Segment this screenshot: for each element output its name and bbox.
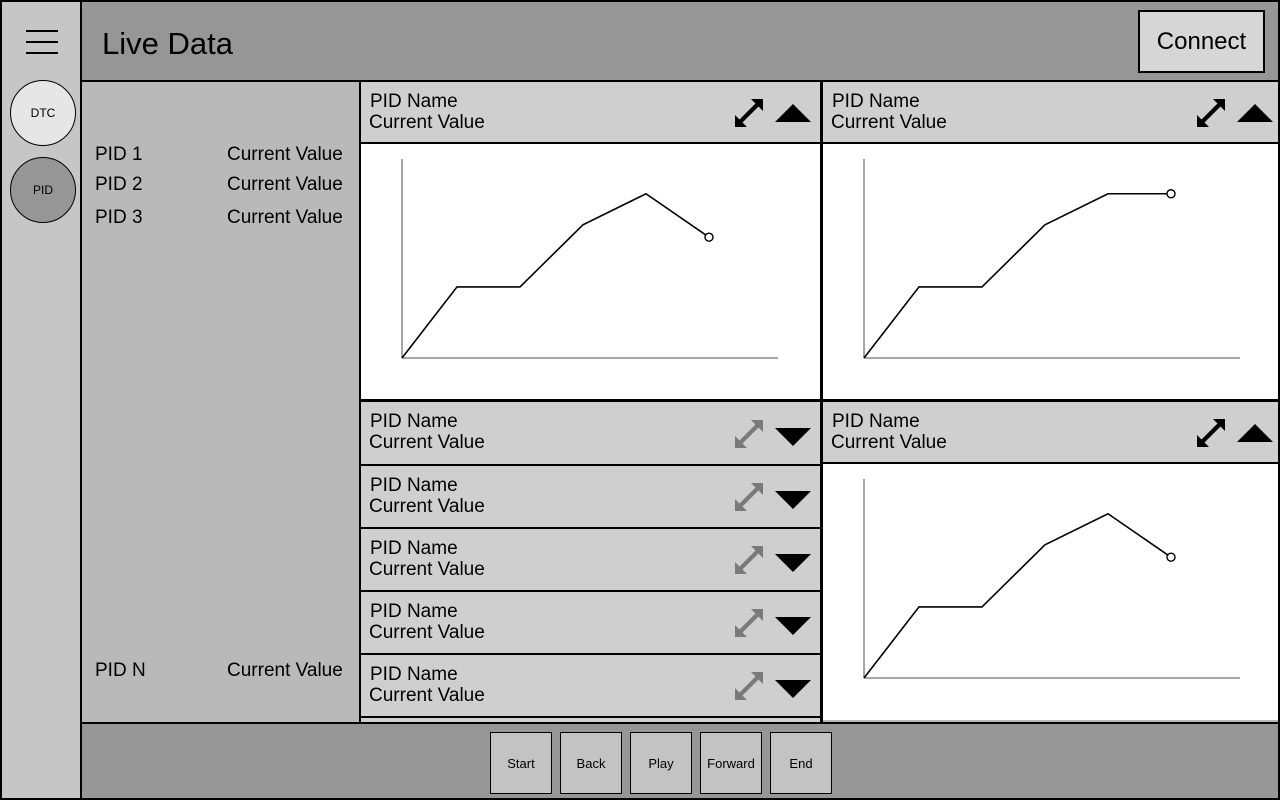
panel-pid-name: PID Name — [370, 91, 458, 112]
latest-point-marker — [1166, 552, 1176, 562]
back-button[interactable]: Back — [560, 732, 622, 794]
panel-current-value: Current Value — [831, 112, 947, 133]
pid-value: Current Value — [227, 207, 343, 228]
panel-pid-name: PID Name — [370, 601, 458, 622]
latest-point-marker — [1166, 189, 1176, 199]
series-line — [863, 512, 1172, 679]
pid-line-chart — [863, 159, 1240, 359]
chevron-down-icon[interactable] — [773, 487, 813, 513]
expand-icon — [735, 420, 763, 448]
pid-name: PID 3 — [95, 207, 143, 228]
menu-icon[interactable] — [26, 30, 60, 54]
expand-icon[interactable] — [1195, 417, 1227, 449]
chevron-down-icon[interactable] — [773, 424, 813, 450]
pid-line-chart — [863, 479, 1240, 679]
expand-icon — [735, 483, 763, 511]
chevron-up-icon[interactable] — [1235, 420, 1275, 446]
pid-value: Current Value — [227, 660, 343, 681]
pid-panel-collapsed: PID Name Current Value — [361, 655, 820, 718]
pid-panel-collapsed: PID Name Current Value — [361, 529, 820, 592]
forward-button[interactable]: Forward — [700, 732, 762, 794]
chevron-down-icon[interactable] — [773, 613, 813, 639]
pid-button[interactable]: PID — [10, 157, 76, 223]
latest-point-marker — [704, 232, 714, 242]
header-bar: Live Data Connect — [82, 2, 1278, 82]
pid-panel-collapsed: PID Name Current Value — [361, 466, 820, 529]
pid-name: PID 2 — [95, 174, 143, 195]
pid-panel-header: PID Name Current Value — [823, 402, 1278, 464]
dtc-button[interactable]: DTC — [10, 80, 76, 146]
panel-pid-name: PID Name — [832, 91, 920, 112]
pid-button-label: PID — [32, 183, 53, 197]
pid-name: PID N — [95, 660, 146, 681]
pid-value: Current Value — [227, 144, 343, 165]
live-data-app: DTC PID Live Data Connect PID 1 Current … — [0, 0, 1280, 800]
expand-icon — [735, 672, 763, 700]
panel-current-value: Current Value — [369, 685, 485, 706]
pid-panel-collapsed: PID Name Current Value — [361, 592, 820, 655]
pid-chart — [361, 144, 820, 399]
pid-list: PID 1 Current Value PID 2 Current Value … — [82, 82, 360, 722]
series-line — [863, 192, 1171, 359]
panel-current-value: Current Value — [369, 622, 485, 643]
expand-icon[interactable] — [1195, 97, 1227, 129]
pid-value: Current Value — [227, 174, 343, 195]
series-line — [401, 192, 710, 359]
left-rail: DTC PID — [2, 2, 82, 798]
chevron-down-icon[interactable] — [773, 550, 813, 576]
start-button[interactable]: Start — [490, 732, 552, 794]
panel-current-value: Current Value — [369, 112, 485, 133]
panel-pid-name: PID Name — [370, 475, 458, 496]
panel-current-value: Current Value — [369, 432, 485, 453]
panel-pid-name: PID Name — [370, 538, 458, 559]
connect-button[interactable]: Connect — [1138, 10, 1265, 73]
expand-icon — [735, 546, 763, 574]
panel-pid-name: PID Name — [370, 411, 458, 432]
expand-icon[interactable] — [733, 97, 765, 129]
pid-name: PID 1 — [95, 144, 143, 165]
play-button[interactable]: Play — [630, 732, 692, 794]
pid-panel-collapsed: PID Name Current Value — [361, 402, 820, 466]
chevron-down-icon[interactable] — [773, 676, 813, 702]
pid-panel-header: PID Name Current Value — [823, 82, 1278, 144]
pid-chart — [823, 464, 1278, 720]
panel-pid-name: PID Name — [832, 411, 920, 432]
dtc-button-label: DTC — [30, 106, 56, 120]
pid-chart — [823, 144, 1278, 399]
pid-line-chart — [401, 159, 778, 359]
panel-current-value: Current Value — [831, 432, 947, 453]
page-title: Live Data — [102, 26, 233, 61]
pid-panel-header: PID Name Current Value — [361, 82, 820, 144]
chevron-up-icon[interactable] — [773, 100, 813, 126]
panel-current-value: Current Value — [369, 496, 485, 517]
chevron-up-icon[interactable] — [1235, 100, 1275, 126]
panel-pid-name: PID Name — [370, 664, 458, 685]
expand-icon — [735, 609, 763, 637]
playback-bar: Start Back Play Forward End — [82, 722, 1278, 798]
end-button[interactable]: End — [770, 732, 832, 794]
panel-current-value: Current Value — [369, 559, 485, 580]
